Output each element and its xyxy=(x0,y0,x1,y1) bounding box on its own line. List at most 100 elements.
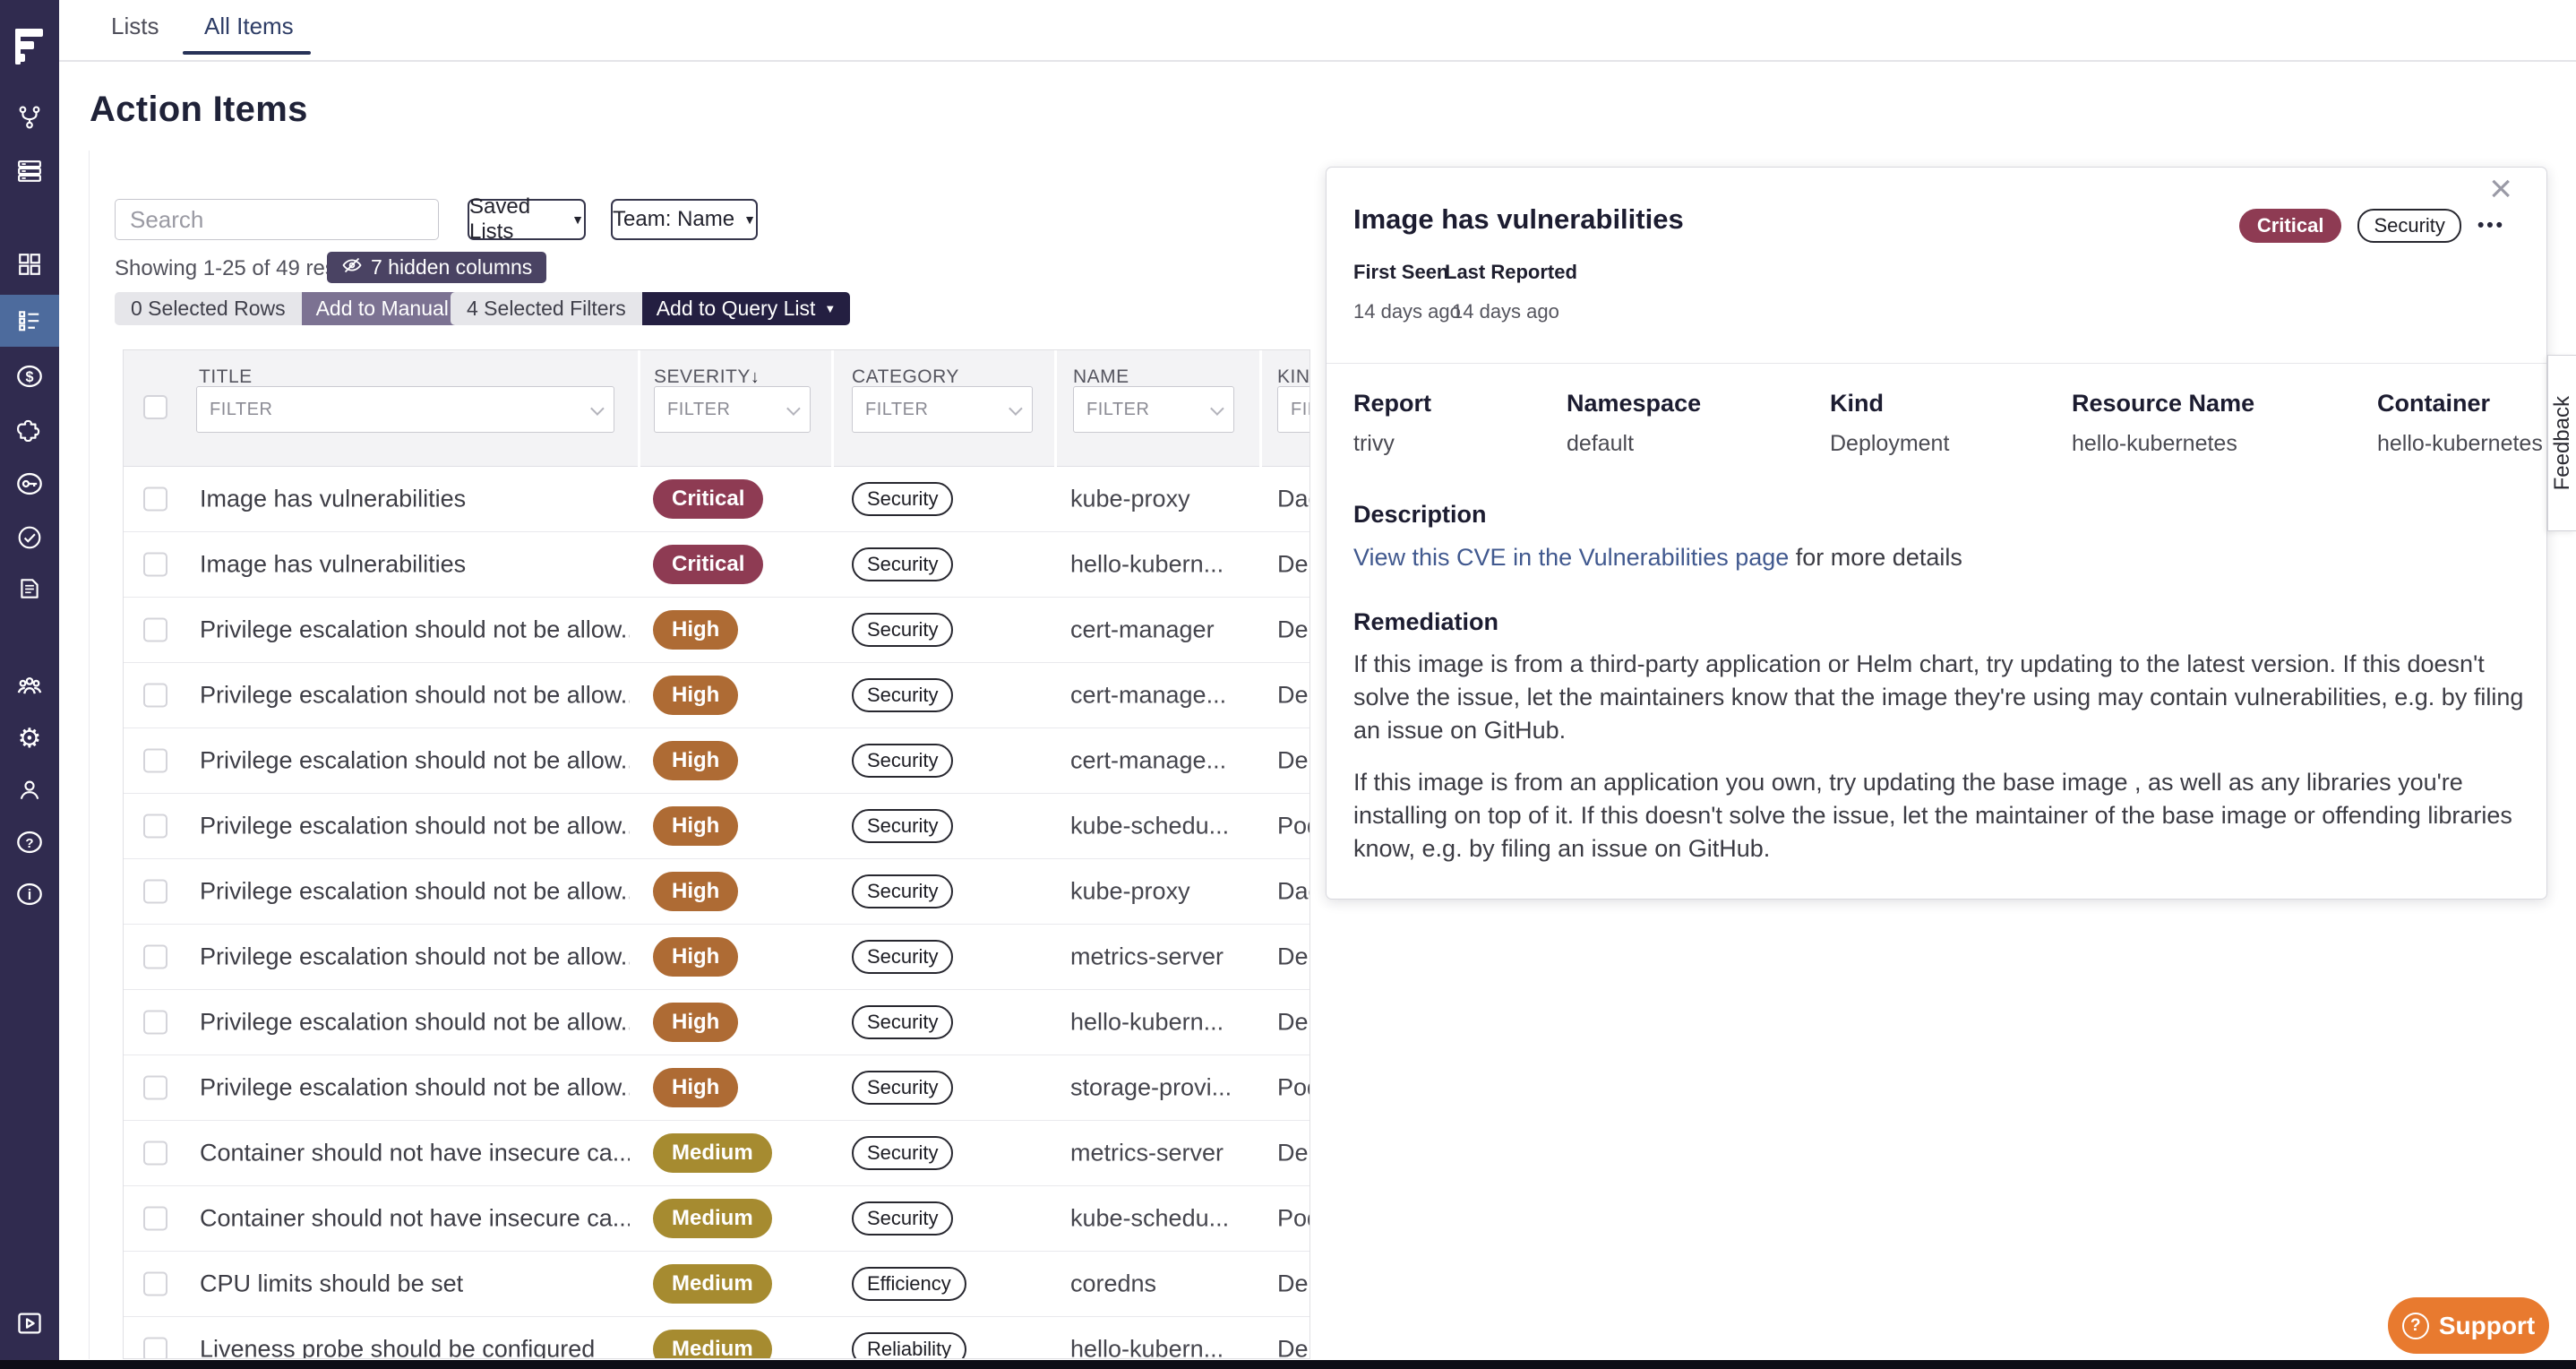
row-name: cert-manage... xyxy=(1070,747,1226,775)
question-circle-icon: ? xyxy=(2402,1313,2429,1339)
row-name: hello-kubern... xyxy=(1070,1336,1224,1360)
sidebar-item-about[interactable]: i xyxy=(0,868,59,920)
row-checkbox[interactable] xyxy=(143,1338,167,1360)
support-button[interactable]: ? Support xyxy=(2388,1297,2549,1354)
tab-lists[interactable]: Lists xyxy=(111,13,159,40)
sidebar-item-compliance[interactable] xyxy=(0,512,59,564)
severity-badge: High xyxy=(653,1003,738,1042)
row-title: Container should not have insecure ca... xyxy=(200,1205,630,1233)
table-row[interactable]: CPU limits should be set Medium Efficien… xyxy=(124,1252,1309,1317)
table-row[interactable]: Container should not have insecure ca...… xyxy=(124,1186,1309,1252)
chevron-down-icon xyxy=(1009,401,1023,416)
sidebar-item-profile[interactable] xyxy=(0,764,59,816)
sidebar-item-infrastructure[interactable] xyxy=(0,145,59,197)
column-header-title[interactable]: TITLE xyxy=(199,366,253,388)
svg-text:?: ? xyxy=(25,836,33,851)
row-checkbox[interactable] xyxy=(143,1076,167,1100)
sidebar-item-costs[interactable]: $ xyxy=(0,350,59,402)
row-checkbox[interactable] xyxy=(143,814,167,839)
table-row[interactable]: Image has vulnerabilities Critical Secur… xyxy=(124,467,1309,532)
feedback-label: Feedback xyxy=(2550,396,2575,490)
column-header-name[interactable]: NAME xyxy=(1073,366,1129,388)
row-checkbox[interactable] xyxy=(143,945,167,969)
sidebar-item-teams[interactable] xyxy=(0,659,59,711)
feedback-tab[interactable]: Feedback xyxy=(2547,355,2576,531)
category-filter-select[interactable]: FILTER xyxy=(852,386,1033,433)
sidebar-item-clusters[interactable] xyxy=(0,91,59,143)
column-header-category[interactable]: CATEGORY xyxy=(852,366,959,388)
sidebar-item-policy[interactable] xyxy=(0,563,59,615)
column-header-severity[interactable]: SEVERITY↓ xyxy=(654,366,760,388)
sidebar-item-add-ons[interactable] xyxy=(0,403,59,455)
row-name: cert-manage... xyxy=(1070,682,1226,710)
caret-down-icon: ▼ xyxy=(824,302,836,315)
table-row[interactable]: Image has vulnerabilities Critical Secur… xyxy=(124,532,1309,598)
row-checkbox[interactable] xyxy=(143,749,167,773)
row-checkbox[interactable] xyxy=(143,1011,167,1035)
sidebar-item-help[interactable]: ? xyxy=(0,816,59,868)
row-checkbox[interactable] xyxy=(143,1207,167,1231)
row-kind: Deployment xyxy=(1277,747,1310,775)
category-pill: Security xyxy=(852,940,953,974)
cve-link[interactable]: View this CVE in the Vulnerabilities pag… xyxy=(1353,544,1789,571)
table-row[interactable]: Privilege escalation should not be allow… xyxy=(124,859,1309,925)
title-filter-select[interactable]: FILTER xyxy=(196,386,614,433)
sidebar-item-action-items[interactable] xyxy=(0,295,59,347)
row-checkbox[interactable] xyxy=(143,1141,167,1166)
severity-header-label: SEVERITY xyxy=(654,366,751,387)
row-checkbox[interactable] xyxy=(143,880,167,904)
category-pill: Security xyxy=(852,482,953,516)
fairwinds-logo[interactable] xyxy=(0,20,59,75)
row-name: metrics-server xyxy=(1070,1140,1224,1167)
table-row[interactable]: Privilege escalation should not be allow… xyxy=(124,794,1309,859)
column-header-kind[interactable]: KIND xyxy=(1277,366,1310,388)
sidebar-item-dashboard[interactable] xyxy=(0,238,59,290)
table-row[interactable]: Privilege escalation should not be allow… xyxy=(124,728,1309,794)
row-name: hello-kubern... xyxy=(1070,551,1224,579)
table-row[interactable]: Liveness probe should be configured Medi… xyxy=(124,1317,1309,1359)
kind-filter-select[interactable]: FILTER xyxy=(1277,386,1310,433)
sidebar-item-settings[interactable]: ⚙ xyxy=(0,713,59,765)
description-heading: Description xyxy=(1353,501,1487,529)
category-pill: Security xyxy=(852,809,953,843)
overflow-menu-icon[interactable]: ••• xyxy=(2477,215,2505,237)
row-kind: Pod xyxy=(1277,1074,1310,1102)
select-all-checkbox[interactable] xyxy=(143,395,167,419)
sidebar-item-admission[interactable] xyxy=(0,458,59,510)
name-filter-select[interactable]: FILTER xyxy=(1073,386,1234,433)
category-pill: Security xyxy=(852,744,953,778)
row-checkbox[interactable] xyxy=(143,487,167,512)
check-circle-icon xyxy=(17,525,42,550)
hidden-columns-toggle[interactable]: 7 hidden columns xyxy=(327,252,546,283)
row-checkbox[interactable] xyxy=(143,553,167,577)
kind-label: Kind xyxy=(1830,390,1884,418)
table-row[interactable]: Privilege escalation should not be allow… xyxy=(124,990,1309,1055)
table-row[interactable]: Privilege escalation should not be allow… xyxy=(124,663,1309,728)
add-to-query-list-button[interactable]: Add to Query List ▼ xyxy=(642,292,851,325)
tab-all-items[interactable]: All Items xyxy=(204,13,294,40)
row-title: Image has vulnerabilities xyxy=(200,551,466,579)
table-row[interactable]: Privilege escalation should not be allow… xyxy=(124,1055,1309,1121)
caret-down-icon: ▼ xyxy=(743,212,756,227)
row-checkbox[interactable] xyxy=(143,684,167,708)
close-icon[interactable]: × xyxy=(2489,169,2512,209)
team-dropdown[interactable]: Team: Name ▼ xyxy=(611,199,758,240)
report-label: Report xyxy=(1353,390,1431,418)
category-pill: Security xyxy=(852,678,953,712)
page-title: Action Items xyxy=(90,90,308,130)
sidebar-item-tour[interactable] xyxy=(0,1297,59,1349)
category-pill: Security xyxy=(852,1201,953,1236)
saved-lists-dropdown[interactable]: Saved Lists ▼ xyxy=(468,199,586,240)
table-row[interactable]: Privilege escalation should not be allow… xyxy=(124,598,1309,663)
severity-badge: High xyxy=(653,676,738,715)
severity-filter-select[interactable]: FILTER xyxy=(654,386,811,433)
filter-placeholder: FILTER xyxy=(210,400,272,420)
row-checkbox[interactable] xyxy=(143,1272,167,1296)
table-row[interactable]: Container should not have insecure ca...… xyxy=(124,1121,1309,1186)
row-checkbox[interactable] xyxy=(143,618,167,642)
table-header: TITLE SEVERITY↓ CATEGORY NAME KIND FILTE… xyxy=(124,350,1309,467)
hidden-columns-label: 7 hidden columns xyxy=(371,255,532,280)
search-input[interactable] xyxy=(115,199,439,240)
active-tab-underline xyxy=(183,51,311,55)
table-row[interactable]: Privilege escalation should not be allow… xyxy=(124,925,1309,990)
